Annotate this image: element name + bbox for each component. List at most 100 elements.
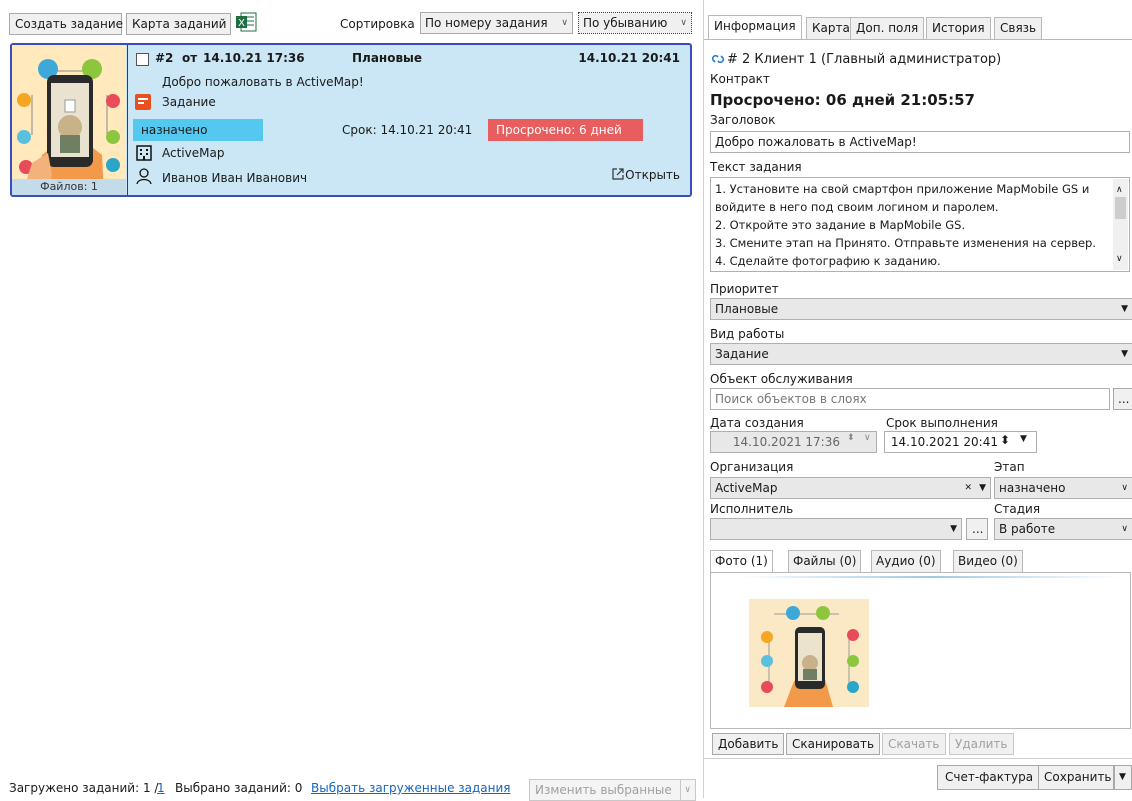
stage-select[interactable]: назначено ∨: [994, 477, 1132, 499]
scrollbar-thumb[interactable]: [1115, 197, 1126, 219]
footer-divider: [704, 758, 1132, 759]
phone-illustration-image: [17, 59, 120, 195]
sort-by-value: По номеру задания: [425, 16, 548, 30]
photo-thumbnail[interactable]: [749, 599, 869, 707]
overdue-badge: Просрочено: 6 дней: [488, 119, 643, 141]
executor-select[interactable]: ▼: [710, 518, 962, 540]
clear-icon[interactable]: ✕: [964, 478, 972, 498]
task-title: Добро пожаловать в ActiveMap!: [162, 75, 364, 89]
select-loaded-link[interactable]: Выбрать загруженные задания: [311, 781, 511, 795]
title-input[interactable]: Добро пожаловать в ActiveMap!: [710, 131, 1130, 153]
due-date-label: Срок выполнения: [886, 416, 998, 430]
task-map-button[interactable]: Карта заданий: [126, 13, 231, 35]
user-icon: [136, 168, 152, 185]
stage-value: назначено: [999, 481, 1066, 495]
text-scrollbar[interactable]: ∧ ∨: [1113, 179, 1128, 270]
open-label: Открыть: [625, 168, 680, 182]
overdue-timer: Просрочено: 06 дней 21:05:57: [710, 91, 975, 109]
worktype-value: Задание: [715, 347, 769, 361]
worktype-select[interactable]: Задание ▼: [710, 343, 1132, 365]
building-icon: [136, 145, 152, 161]
tab-audio[interactable]: Аудио (0): [871, 550, 941, 572]
load-all-link[interactable]: 1: [157, 781, 165, 795]
photo-gallery: [710, 572, 1131, 729]
sort-by-select[interactable]: По номеру задания ∨: [420, 12, 573, 34]
dropdown-arrow-icon: ▼: [950, 524, 957, 534]
priority-label: Приоритет: [710, 282, 779, 296]
organization-label: Организация: [710, 460, 794, 474]
contract-label: Контракт: [710, 72, 770, 86]
tab-photos[interactable]: Фото (1): [710, 550, 773, 572]
invoice-button[interactable]: Счет-фактура: [937, 765, 1042, 790]
task-text-area[interactable]: 1. Установите на свой смартфон приложени…: [710, 177, 1130, 272]
dropdown-arrow-icon: ▼: [979, 483, 986, 493]
worktype-label: Вид работы: [710, 327, 785, 341]
from-label: от: [182, 51, 198, 65]
chevron-down-icon: ∨: [1121, 483, 1128, 493]
priority-value: Плановые: [715, 302, 779, 316]
task-text-label: Текст задания: [710, 160, 802, 174]
task-text-line: 1. Установите на свой смартфон приложени…: [715, 182, 1090, 196]
task-card[interactable]: Файлов: 1 #2 от 14.10.21 17:36 Плановые …: [10, 43, 692, 197]
tab-extra-fields[interactable]: Доп. поля: [850, 17, 925, 39]
tab-map[interactable]: Карта: [806, 17, 856, 39]
phase-select[interactable]: В работе ∨: [994, 518, 1132, 540]
tab-video[interactable]: Видео (0): [953, 550, 1023, 572]
selected-count-label: Выбрано заданий: 0: [175, 781, 303, 795]
task-text-line: 2. Откройте это задание в MapMobile GS.: [715, 218, 966, 232]
task-thumbnail[interactable]: Файлов: 1: [12, 45, 126, 195]
spinner-icon[interactable]: ⬍: [1000, 433, 1010, 447]
create-task-button[interactable]: Создать задание: [9, 13, 123, 35]
title-label: Заголовок: [710, 113, 776, 127]
sort-label: Сортировка: [340, 17, 415, 31]
chevron-down-icon[interactable]: ∨: [1116, 250, 1123, 268]
task-text-line: войдите в него под своим логином и парол…: [715, 200, 999, 214]
add-photo-button[interactable]: Добавить: [712, 733, 785, 755]
due-date-input[interactable]: 14.10.2021 20:41: [884, 431, 1037, 453]
organization-select[interactable]: ActiveMap ✕ ▼: [710, 477, 991, 499]
save-options-button[interactable]: ▼: [1114, 765, 1132, 790]
stage-label: Этап: [994, 460, 1025, 474]
tab-history[interactable]: История: [926, 17, 991, 39]
stage-badge: назначено: [133, 119, 263, 141]
dropdown-arrow-icon: ▼: [1121, 304, 1128, 314]
dropdown-arrow-icon: ▼: [1121, 349, 1128, 359]
tab-link[interactable]: Связь: [994, 17, 1043, 39]
open-task-link[interactable]: Открыть: [611, 167, 680, 182]
task-due-time: 14.10.21 20:41: [578, 51, 680, 65]
work-type-icon: [135, 94, 151, 110]
task-number: #2: [155, 51, 174, 65]
task-deadline: Срок: 14.10.21 20:41: [342, 123, 473, 137]
phase-value: В работе: [999, 522, 1056, 536]
download-button[interactable]: Скачать: [882, 733, 946, 755]
excel-export-button[interactable]: X: [234, 10, 258, 34]
delete-button[interactable]: Удалить: [949, 733, 1014, 755]
chevron-down-icon: ∨: [680, 780, 691, 800]
executor-browse-button[interactable]: ...: [966, 518, 988, 540]
chevron-down-icon: ∨: [864, 433, 871, 443]
task-work-type: Задание: [162, 95, 216, 109]
executor-label: Исполнитель: [710, 502, 794, 516]
phase-label: Стадия: [994, 502, 1041, 516]
loading-bar: [741, 576, 1121, 578]
dropdown-arrow-icon[interactable]: ▼: [1020, 434, 1027, 444]
task-created: 14.10.21 17:36: [203, 51, 305, 65]
tab-info[interactable]: Информация: [708, 15, 802, 39]
chevron-down-icon: ∨: [1121, 524, 1128, 534]
scan-button[interactable]: Сканировать: [786, 733, 881, 755]
files-count-label: Файлов: 1: [12, 179, 126, 195]
object-label: Объект обслуживания: [710, 372, 853, 386]
tab-files[interactable]: Файлы (0): [788, 550, 862, 572]
created-date-label: Дата создания: [710, 416, 804, 430]
save-button[interactable]: Сохранить: [1038, 765, 1114, 790]
chevron-down-icon: ∨: [561, 18, 568, 28]
external-link-icon: [612, 168, 624, 180]
card-divider: [127, 45, 128, 195]
task-checkbox[interactable]: [136, 53, 149, 66]
task-details-panel: Информация Карта Доп. поля История Связь…: [703, 0, 1132, 798]
sort-order-select[interactable]: По убыванию ∨: [578, 12, 692, 34]
priority-select[interactable]: Плановые ▼: [710, 298, 1132, 320]
object-search-input[interactable]: Поиск объектов в слоях: [710, 388, 1110, 410]
object-browse-button[interactable]: ...: [1113, 388, 1132, 410]
tab-divider: [704, 39, 1132, 40]
